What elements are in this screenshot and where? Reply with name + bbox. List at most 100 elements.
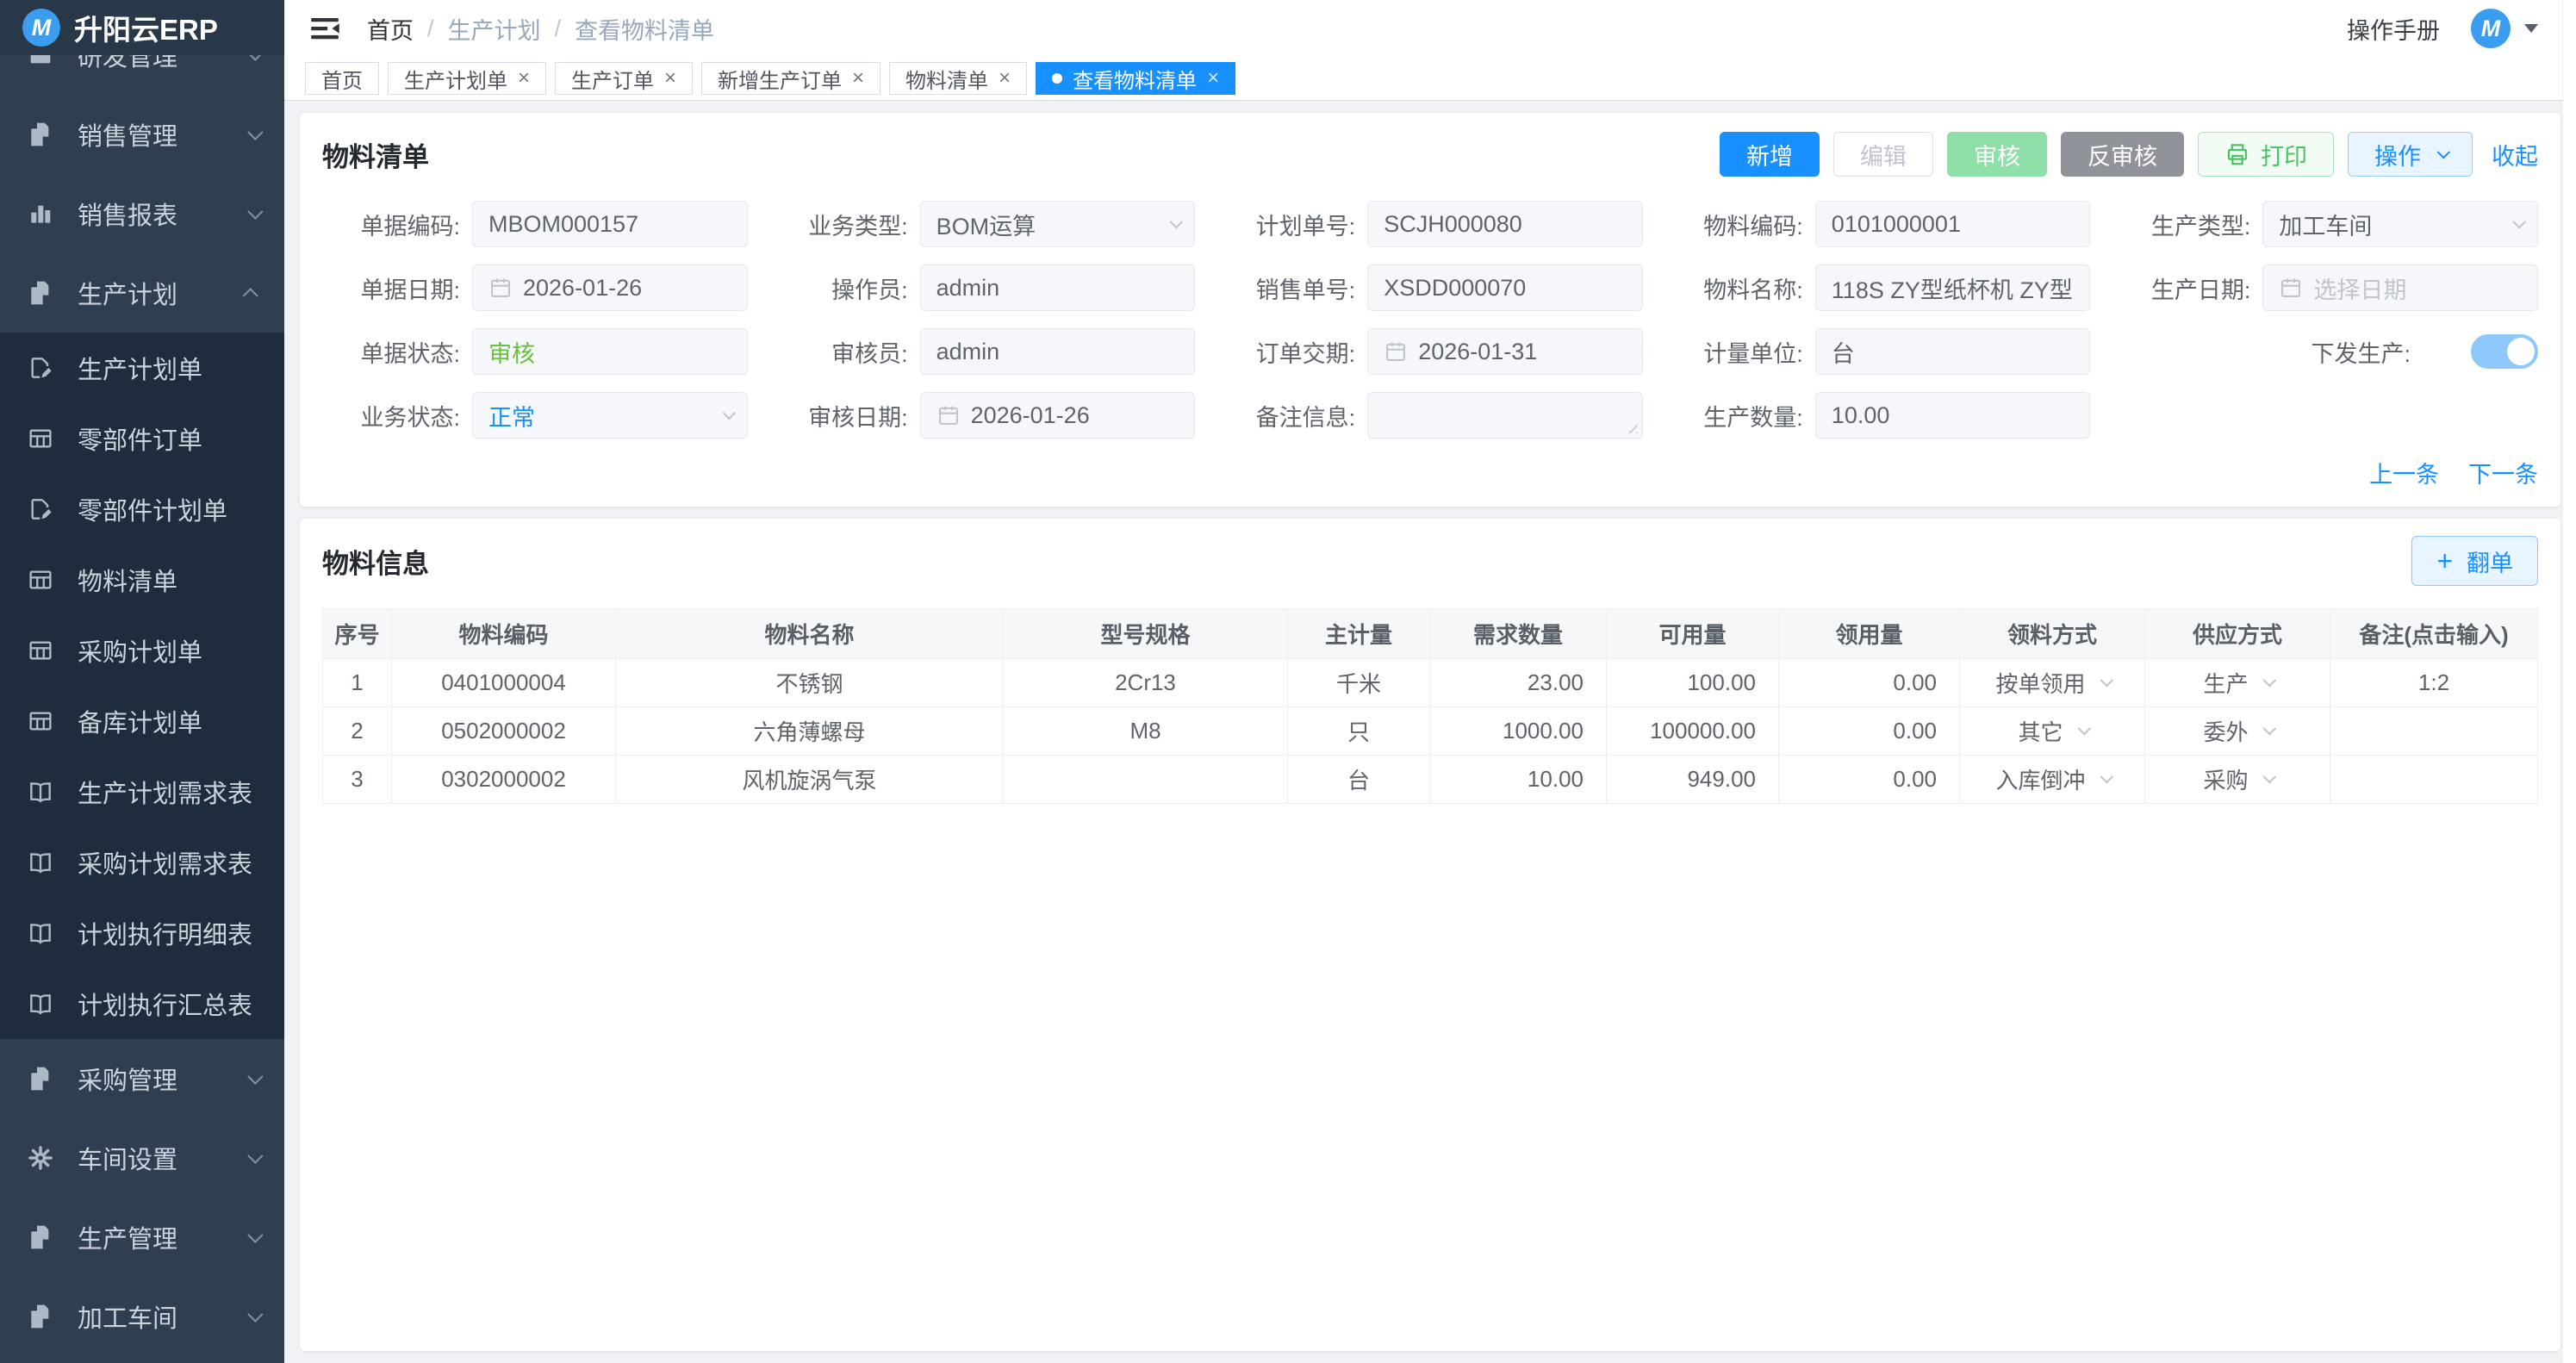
field-date[interactable]: 选择日期 xyxy=(2262,265,2538,311)
close-icon[interactable]: × xyxy=(518,66,530,90)
tab-2[interactable]: 生产订单× xyxy=(555,62,693,95)
edit-button[interactable]: 编辑 xyxy=(1833,132,1933,177)
breadcrumb-section[interactable]: 生产计划 xyxy=(448,12,541,46)
sidebar-item-6[interactable]: 零部件计划单 xyxy=(0,474,284,545)
prev-record-link[interactable]: 上一条 xyxy=(2369,456,2439,489)
sidebar-item-label: 计划执行明细表 xyxy=(78,915,258,951)
cell-select[interactable]: 生产 xyxy=(2154,667,2321,699)
tab-4[interactable]: 物料清单× xyxy=(889,62,1027,95)
next-record-link[interactable]: 下一条 xyxy=(2468,456,2538,489)
breadcrumb-current: 查看物料清单 xyxy=(575,12,714,46)
cell-select[interactable]: 入库倒冲 xyxy=(1969,763,2136,795)
form-field-10: 单据状态:审核 xyxy=(322,328,748,375)
help-manual-link[interactable]: 操作手册 xyxy=(2347,12,2440,46)
user-avatar[interactable]: M xyxy=(2471,9,2511,48)
field-label: 计量单位: xyxy=(1665,335,1803,369)
cell-r1-c3: M8 xyxy=(1004,707,1288,756)
sidebar-item-4[interactable]: 生产计划单 xyxy=(0,333,284,403)
cell-r0-c5: 23.00 xyxy=(1430,659,1607,707)
cell-r1-c6: 100000.00 xyxy=(1607,707,1779,756)
breadcrumb-home[interactable]: 首页 xyxy=(367,12,414,46)
close-icon[interactable]: × xyxy=(852,66,864,90)
cell-r0-c7: 0.00 xyxy=(1779,659,1960,707)
sidebar-item-15[interactable]: 车间设置 xyxy=(0,1118,284,1198)
field-input[interactable]: SCJH000080 xyxy=(1367,201,1643,247)
scrollbar-gutter[interactable] xyxy=(2562,0,2576,1363)
field-input[interactable]: 台 xyxy=(1815,328,2091,375)
brand-text: 升阳云ERP xyxy=(74,7,218,48)
toggle-switch[interactable] xyxy=(2471,334,2538,369)
sidebar-fold-icon[interactable] xyxy=(308,12,341,45)
field-label: 物料编码: xyxy=(1665,208,1803,241)
user-menu-caret-icon[interactable] xyxy=(2524,24,2538,33)
sidebar-item-2[interactable]: 销售报表 xyxy=(0,174,284,253)
sidebar-item-0[interactable]: 研发管理 xyxy=(0,55,284,95)
cell-r0-c10[interactable]: 1:2 xyxy=(2330,659,2538,707)
cell-r2-c8: 入库倒冲 xyxy=(1960,756,2145,804)
table-row-1: 20502000002六角薄螺母M8只1000.00100000.000.00其… xyxy=(323,707,2538,756)
field-input[interactable]: admin xyxy=(920,328,1196,375)
tab-1[interactable]: 生产计划单× xyxy=(388,62,546,95)
cell-select[interactable]: 委外 xyxy=(2154,715,2321,747)
sidebar-item-10[interactable]: 生产计划需求表 xyxy=(0,756,284,827)
close-icon[interactable]: × xyxy=(664,66,676,90)
audit-button[interactable]: 审核 xyxy=(1947,132,2047,177)
sidebar-item-17[interactable]: 加工车间 xyxy=(0,1277,284,1356)
sidebar-item-3[interactable]: 生产计划 xyxy=(0,253,284,333)
plus-icon: + xyxy=(2436,547,2453,575)
add-button[interactable]: 新增 xyxy=(1720,132,1820,177)
box-icon xyxy=(26,55,55,70)
close-icon[interactable]: × xyxy=(999,66,1011,90)
field-input[interactable]: 审核 xyxy=(472,328,748,375)
tab-3[interactable]: 新增生产订单 × xyxy=(701,62,880,95)
sidebar-item-5[interactable]: 零部件订单 xyxy=(0,403,284,474)
sidebar-item-12[interactable]: 计划执行明细表 xyxy=(0,898,284,968)
field-textarea[interactable] xyxy=(1367,392,1643,439)
field-select[interactable]: 正常 xyxy=(472,392,748,439)
sidebar-item-label: 销售管理 xyxy=(78,116,247,152)
sidebar-item-14[interactable]: 采购管理 xyxy=(0,1039,284,1118)
cell-r2-c7: 0.00 xyxy=(1779,756,1960,804)
table-icon xyxy=(26,424,55,453)
field-select[interactable]: BOM运算 xyxy=(920,201,1196,247)
field-input[interactable]: XSDD000070 xyxy=(1367,265,1643,311)
docs-icon xyxy=(26,278,55,308)
actions-dropdown-button[interactable]: 操作 xyxy=(2348,132,2473,177)
sidebar-item-9[interactable]: 备库计划单 xyxy=(0,686,284,756)
sidebar-item-11[interactable]: 采购计划需求表 xyxy=(0,827,284,898)
cell-select[interactable]: 采购 xyxy=(2154,763,2321,795)
print-button[interactable]: 打印 xyxy=(2198,132,2334,177)
cell-r1-c10[interactable] xyxy=(2330,707,2538,756)
sidebar-item-13[interactable]: 计划执行汇总表 xyxy=(0,968,284,1039)
cell-r1-c5: 1000.00 xyxy=(1430,707,1607,756)
field-date[interactable]: 2026-01-31 xyxy=(1367,328,1643,375)
sidebar-item-label: 生产计划需求表 xyxy=(78,774,258,810)
button-label: 操作 xyxy=(2374,138,2421,171)
field-input[interactable]: MBOM000157 xyxy=(472,201,748,247)
renew-order-button[interactable]: + 翻单 xyxy=(2411,536,2538,586)
chevron-down-icon xyxy=(247,1306,263,1322)
unaudit-button[interactable]: 反审核 xyxy=(2061,132,2184,177)
cell-r2-c10[interactable] xyxy=(2330,756,2538,804)
sidebar-item-16[interactable]: 生产管理 xyxy=(0,1198,284,1277)
field-date[interactable]: 2026-01-26 xyxy=(472,265,748,311)
field-input[interactable]: admin xyxy=(920,265,1196,311)
field-input[interactable]: 10.00 xyxy=(1815,392,2091,439)
close-icon[interactable]: × xyxy=(1207,66,1219,90)
field-input[interactable]: 0101000001 xyxy=(1815,201,2091,247)
tab-label: 新增生产订单 xyxy=(718,64,842,94)
field-date[interactable]: 2026-01-26 xyxy=(920,392,1196,439)
field-select[interactable]: 加工车间 xyxy=(2262,201,2538,247)
sidebar-item-8[interactable]: 采购计划单 xyxy=(0,615,284,686)
cell-select[interactable]: 按单领用 xyxy=(1969,667,2136,699)
collapse-link[interactable]: 收起 xyxy=(2492,138,2538,171)
cell-r1-c4: 只 xyxy=(1288,707,1430,756)
field-input[interactable]: 118S ZY型纸杯机 ZY型 xyxy=(1815,265,2091,311)
sidebar-item-1[interactable]: 销售管理 xyxy=(0,95,284,174)
pager: 上一条 下一条 xyxy=(322,456,2538,489)
sidebar-item-7[interactable]: 物料清单 xyxy=(0,545,284,615)
tab-5-active[interactable]: 查看物料清单× xyxy=(1036,62,1235,95)
tab-0[interactable]: 首页 xyxy=(305,62,379,95)
field-label: 操作员: xyxy=(770,271,908,305)
cell-select[interactable]: 其它 xyxy=(1969,715,2136,747)
